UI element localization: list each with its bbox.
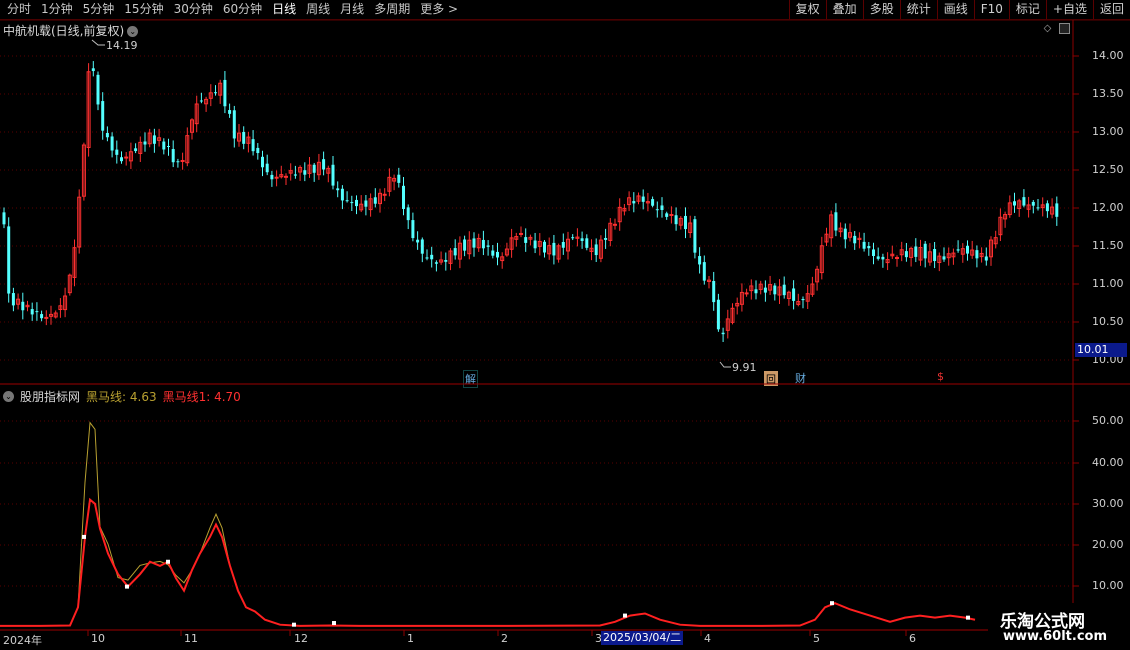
timeframe-tab[interactable]: 更多 > (415, 0, 463, 19)
time-tick-label: 2 (501, 632, 508, 645)
finance-marker[interactable]: 财 (795, 370, 806, 386)
unlock-marker[interactable]: 解 (463, 370, 478, 388)
toolbar-button[interactable]: 多股 (862, 0, 900, 19)
signal-marker (292, 622, 296, 627)
toolbar-button[interactable]: 叠加 (825, 0, 863, 19)
time-tick-label: 11 (184, 632, 198, 645)
signal-marker (125, 584, 129, 589)
pane-controls: ◇ (1042, 23, 1070, 34)
time-tick-label: 2024年 (3, 634, 42, 647)
low-price-label: 9.91 (732, 361, 757, 374)
toolbar-button[interactable]: 返回 (1092, 0, 1130, 19)
indicator-tick-label: 30.00 (1092, 497, 1124, 510)
line1-series (0, 421, 976, 627)
time-tick-label: 5 (813, 632, 820, 645)
line1-legend: 黑马线: 4.63 (86, 390, 157, 404)
timeframe-tab[interactable]: 15分钟 (119, 0, 168, 19)
toolbar-button[interactable]: 画线 (936, 0, 974, 19)
toolbar-button[interactable]: 标记 (1008, 0, 1046, 19)
timeframe-tab[interactable]: 月线 (335, 0, 369, 19)
toolbar-button[interactable]: 复权 (788, 0, 826, 19)
timeframe-tab[interactable]: 1分钟 (36, 0, 78, 19)
timeframe-tab[interactable]: 分时 (2, 0, 36, 19)
timeframe-tab[interactable]: 60分钟 (218, 0, 267, 19)
toolbar-button[interactable]: 统计 (899, 0, 937, 19)
line2-legend: 黑马线1: 4.70 (162, 390, 241, 404)
price-pane: 中航机载(日线,前复权) ⌄ ◇ (0, 20, 1130, 385)
current-price-tag: 10.01 (1075, 343, 1127, 357)
price-tick-label: 12.00 (1092, 201, 1124, 214)
timeframe-tab[interactable]: 多周期 (369, 0, 415, 19)
high-price-label: 14.19 (106, 39, 138, 52)
price-tick-label: 11.00 (1092, 277, 1124, 290)
time-tick-label: 4 (704, 632, 711, 645)
signal-marker (966, 615, 970, 620)
time-tick-label: 1 (407, 632, 414, 645)
time-tick-label: 12 (294, 632, 308, 645)
stock-title-text: 中航机载(日线,前复权) (3, 24, 125, 38)
timeframe-tab[interactable]: 周线 (301, 0, 335, 19)
stock-title[interactable]: 中航机载(日线,前复权) ⌄ (3, 22, 139, 39)
toolbar-button[interactable]: F10 (973, 0, 1009, 19)
diamond-icon[interactable]: ◇ (1042, 23, 1053, 34)
pane-toggle-icon[interactable] (1059, 23, 1070, 34)
watermark-url: www.60lt.com (1003, 629, 1108, 644)
timeframe-tabs: 分时 1分钟 5分钟 15分钟 30分钟 60分钟 日线 周线 月线 多周期 更多 > (2, 0, 463, 19)
signal-marker (332, 621, 336, 626)
dividend-marker[interactable]: $ (937, 370, 944, 383)
toolbar-button[interactable]: +自选 (1045, 0, 1093, 19)
period-toolbar: 分时 1分钟 5分钟 15分钟 30分钟 60分钟 日线 周线 月线 多周期 更多 > 复权 叠加 多股… (0, 0, 1130, 20)
time-axis: 2024年 10 11 12 1 2 3 4 5 6 (0, 630, 1073, 650)
timeframe-tab[interactable]: 日线 (267, 0, 301, 19)
buyback-marker[interactable]: 回 (764, 371, 778, 386)
time-tick-label: 10 (91, 632, 105, 645)
chevron-down-icon[interactable]: ⌄ (3, 391, 14, 402)
indicator-tick-label: 50.00 (1092, 414, 1124, 427)
cursor-date-tag: 2025/03/04/二 (601, 631, 684, 645)
time-tick-label: 6 (909, 632, 916, 645)
indicator-title[interactable]: ⌄ 股朋指标网 黑马线: 4.63 黑马线1: 4.70 (3, 388, 241, 405)
chevron-down-icon[interactable]: ⌄ (127, 26, 139, 37)
price-tick-label: 13.00 (1092, 125, 1124, 138)
line2-series (0, 497, 976, 627)
signal-marker (830, 601, 834, 606)
timeframe-tab[interactable]: 5分钟 (78, 0, 120, 19)
price-tick-label: 12.50 (1092, 163, 1124, 176)
indicator-tick-label: 20.00 (1092, 538, 1124, 551)
price-tick-label: 10.50 (1092, 315, 1124, 328)
price-tick-label: 13.50 (1092, 87, 1124, 100)
signal-marker (82, 534, 86, 539)
toolbar-buttons: 复权 叠加 多股 统计 画线 F10 标记 +自选 返回 (788, 0, 1130, 19)
signal-marker (166, 559, 170, 564)
signal-marker (623, 613, 627, 618)
price-tick-label: 11.50 (1092, 239, 1124, 252)
indicator-name: 股朋指标网 (20, 390, 81, 404)
indicator-tick-label: 40.00 (1092, 456, 1124, 469)
timeframe-tab[interactable]: 30分钟 (169, 0, 218, 19)
indicator-tick-label: 10.00 (1092, 579, 1124, 592)
price-tick-label: 14.00 (1092, 49, 1124, 62)
